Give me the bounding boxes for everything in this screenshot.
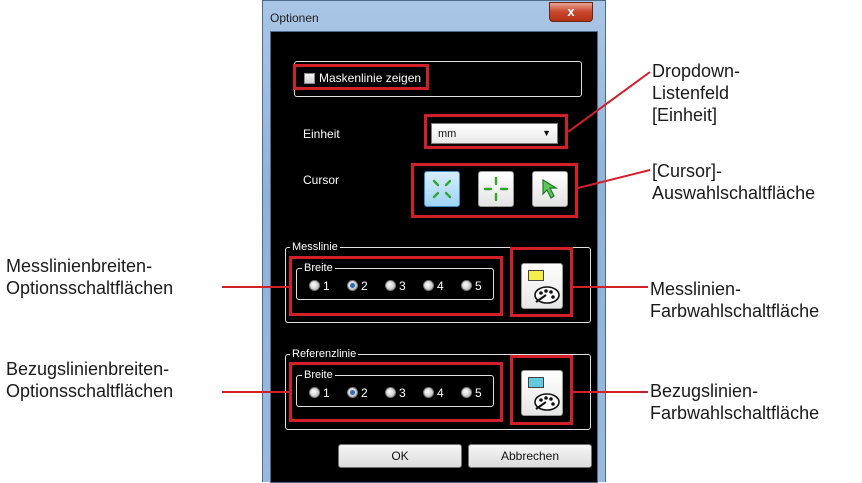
cursor-label: Cursor (303, 173, 340, 187)
highlight-measure-width (289, 256, 503, 316)
highlight-reference-width (289, 362, 503, 422)
highlight-mask-checkbox (293, 64, 429, 90)
title-bar[interactable]: Optionen x (263, 1, 605, 31)
annotation-measure-width: Messlinienbreiten- Optionsschaltflächen (6, 256, 174, 298)
annotation-dropdown: Dropdown- Listenfeld [Einheit] (652, 61, 741, 125)
annotation-reference-color: Bezugslinien- Farbwahlschaltfläche (650, 381, 820, 423)
highlight-unit-dropdown (424, 114, 568, 149)
close-icon: x (567, 4, 575, 19)
dialog-title: Optionen (270, 11, 319, 25)
ok-button[interactable]: OK (338, 444, 462, 468)
annotation-measure-color: Messlinien- Farbwahlschaltfläche (650, 279, 820, 321)
annotation-cursor: [Cursor]- Auswahlschaltfläche (652, 161, 816, 203)
cancel-button[interactable]: Abbrechen (468, 444, 592, 468)
reference-line-group-label: Referenzlinie (290, 348, 359, 360)
highlight-cursor-buttons (411, 163, 578, 218)
highlight-reference-color (510, 355, 573, 425)
unit-label: Einheit (303, 127, 340, 141)
close-button[interactable]: x (549, 2, 593, 22)
measure-line-group-label: Messlinie (290, 241, 340, 253)
highlight-measure-color (510, 247, 573, 317)
annotation-reference-width: Bezugslinienbreiten- Optionsschaltfläche… (6, 359, 174, 401)
